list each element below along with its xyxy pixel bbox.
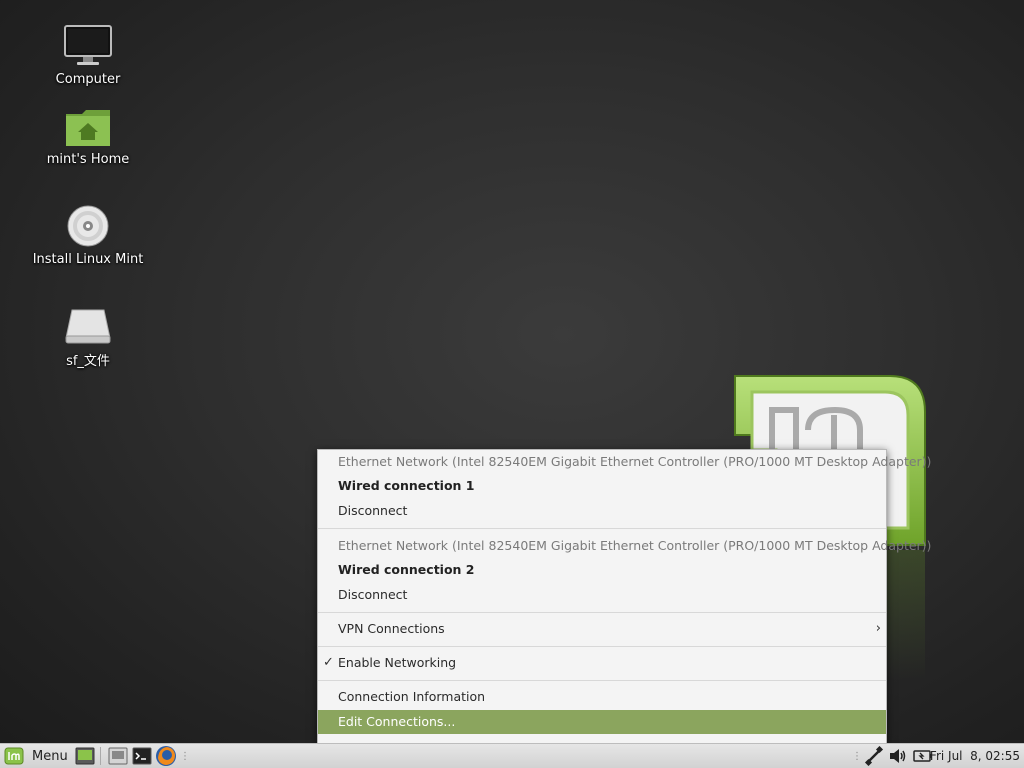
- desktop-icon-install[interactable]: Install Linux Mint: [23, 204, 153, 267]
- firefox-icon: [156, 746, 176, 766]
- menu-separator: [318, 646, 886, 647]
- disc-icon: [67, 205, 109, 247]
- wired-connection-1-item[interactable]: Wired connection 1: [318, 474, 886, 498]
- vpn-connections-item[interactable]: VPN Connections ›: [318, 617, 886, 641]
- computer-icon: [64, 25, 112, 65]
- wired-connection-2-item[interactable]: Wired connection 2: [318, 558, 886, 582]
- menu-separator: [318, 612, 886, 613]
- desktop-icon-label: sf_文件: [66, 354, 110, 369]
- terminal-launcher[interactable]: [132, 744, 152, 768]
- checkmark-icon: ✓: [323, 655, 334, 670]
- menu-button[interactable]: Menu: [4, 744, 68, 768]
- network-wired-icon: [864, 746, 884, 766]
- bottom-panel: Menu ⋮ ⋮ Fri Jul 8, 02:55: [0, 743, 1024, 768]
- menu-label: Menu: [32, 748, 68, 764]
- desktop-icon-label: Computer: [55, 72, 121, 87]
- menu-separator: [318, 528, 886, 529]
- connection-information-item[interactable]: Connection Information: [318, 685, 886, 709]
- menu-separator: [318, 680, 886, 681]
- home-folder-icon: [66, 110, 110, 146]
- enable-networking-label: Enable Networking: [338, 655, 457, 670]
- disconnect-2-item[interactable]: Disconnect: [318, 583, 886, 607]
- show-desktop-icon: [75, 747, 95, 765]
- volume-icon: [890, 749, 906, 763]
- enable-networking-item[interactable]: ✓ Enable Networking: [318, 651, 886, 675]
- disconnect-1-item[interactable]: Disconnect: [318, 499, 886, 523]
- device1-header: Ethernet Network (Intel 82540EM Gigabit …: [338, 454, 932, 469]
- clock[interactable]: Fri Jul 8, 02:55: [930, 744, 1020, 768]
- panel-separator: [100, 747, 101, 765]
- desktop-icon-shared-folder[interactable]: sf_文件: [23, 308, 153, 369]
- vpn-connections-label: VPN Connections: [338, 621, 445, 636]
- desktop-icon-home[interactable]: mint's Home: [23, 108, 153, 167]
- volume-tray-button[interactable]: [888, 744, 908, 768]
- files-launcher[interactable]: [108, 744, 128, 768]
- terminal-icon: [132, 747, 152, 765]
- drive-icon: [65, 309, 111, 344]
- panel-drag-handle[interactable]: ⋮: [180, 744, 190, 768]
- desktop-icon-computer[interactable]: Computer: [23, 24, 153, 87]
- chevron-right-icon: ›: [875, 621, 881, 636]
- desktop-icon-label: mint's Home: [46, 152, 130, 167]
- mint-menu-icon: [4, 747, 24, 765]
- device2-header: Ethernet Network (Intel 82540EM Gigabit …: [338, 538, 932, 553]
- edit-connections-item[interactable]: Edit Connections...: [318, 710, 886, 734]
- desktop-icon-label: Install Linux Mint: [32, 252, 144, 267]
- tray-drag-handle[interactable]: ⋮: [852, 744, 862, 768]
- firefox-launcher[interactable]: [155, 744, 177, 768]
- show-desktop-button[interactable]: [75, 744, 95, 768]
- file-manager-icon: [108, 747, 128, 765]
- desktop: Computer mint's Home Install Linux Mint …: [0, 0, 1024, 743]
- network-tray-button[interactable]: [864, 744, 884, 768]
- network-menu: Ethernet Network (Intel 82540EM Gigabit …: [317, 449, 932, 743]
